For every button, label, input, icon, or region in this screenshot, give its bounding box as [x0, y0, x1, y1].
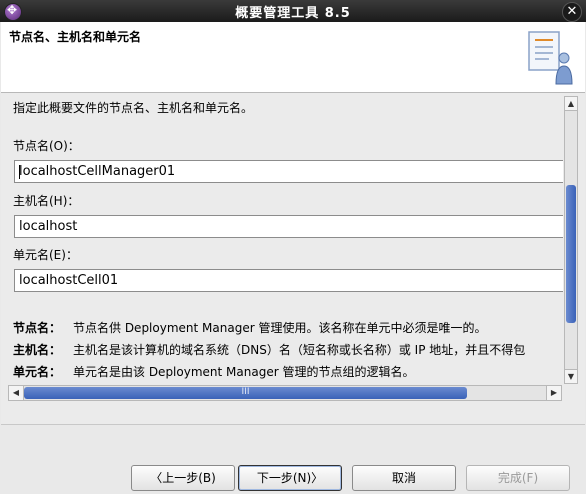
help-term: 主机名：: [13, 343, 62, 357]
help-host-name: 主机名： 主机名是该计算机的域名系统（DNS）名（短名称或长名称）或 IP 地址，…: [13, 341, 525, 358]
page-title: 节点名、主机名和单元名: [9, 30, 142, 44]
page-header: 节点名、主机名和单元名: [1, 22, 585, 93]
scroll-down-arrow-icon[interactable]: ▼: [565, 369, 577, 383]
wizard-content: 指定此概要文件的节点名、主机名和单元名。 节点名(O)： localhostCe…: [1, 93, 585, 424]
scroll-left-arrow-icon[interactable]: ◀: [9, 386, 24, 400]
page-description: 指定此概要文件的节点名、主机名和单元名。: [13, 101, 254, 115]
cell-name-value: localhostCell01: [19, 273, 119, 288]
help-text: 单元名是由该 Deployment Manager 管理的节点组的逻辑名。: [73, 365, 415, 379]
horizontal-scrollbar[interactable]: ◀ III ▶: [8, 385, 562, 401]
title-bar: 概要管理工具 8.5 ✕: [0, 0, 586, 22]
cancel-button[interactable]: 取消: [352, 465, 456, 491]
help-text: 主机名是该计算机的域名系统（DNS）名（短名称或长名称）或 IP 地址，并且不得…: [73, 343, 526, 357]
vertical-scroll-thumb[interactable]: [566, 185, 576, 323]
node-name-value: localhostCellManager01: [19, 164, 176, 179]
help-text: 节点名供 Deployment Manager 管理使用。该名称在单元中必须是唯…: [73, 321, 487, 335]
button-separator: [1, 424, 585, 425]
help-node-name: 节点名： 节点名供 Deployment Manager 管理使用。该名称在单元中…: [13, 319, 486, 336]
scroll-viewport: 指定此概要文件的节点名、主机名和单元名。 节点名(O)： localhostCe…: [1, 93, 563, 383]
node-name-label: 节点名(O)：: [13, 139, 80, 153]
finish-button[interactable]: 完成(F): [466, 465, 570, 491]
help-term: 单元名：: [13, 365, 62, 379]
host-name-label: 主机名(H)：: [13, 194, 80, 208]
horizontal-scroll-thumb[interactable]: III: [24, 387, 467, 399]
vertical-scrollbar[interactable]: ▲ ▼: [564, 96, 578, 384]
help-term: 节点名：: [13, 321, 62, 335]
host-name-value: localhost: [19, 219, 78, 234]
scroll-up-arrow-icon[interactable]: ▲: [565, 97, 577, 111]
window-title: 概要管理工具 8.5: [235, 6, 351, 21]
help-cell-name: 单元名： 单元名是由该 Deployment Manager 管理的节点组的逻辑名…: [13, 363, 414, 380]
back-button[interactable]: 〈上一步(B): [131, 465, 235, 491]
close-button[interactable]: ✕: [562, 2, 582, 22]
wizard-document-user-icon: [528, 31, 573, 85]
host-name-field[interactable]: localhost: [14, 215, 563, 238]
node-name-field[interactable]: localhostCellManager01: [14, 160, 563, 183]
scroll-right-arrow-icon[interactable]: ▶: [546, 386, 561, 400]
cell-name-label: 单元名(E)：: [13, 248, 78, 262]
next-button[interactable]: 下一步(N)〉: [238, 465, 342, 491]
cell-name-field[interactable]: localhostCell01: [14, 269, 563, 292]
